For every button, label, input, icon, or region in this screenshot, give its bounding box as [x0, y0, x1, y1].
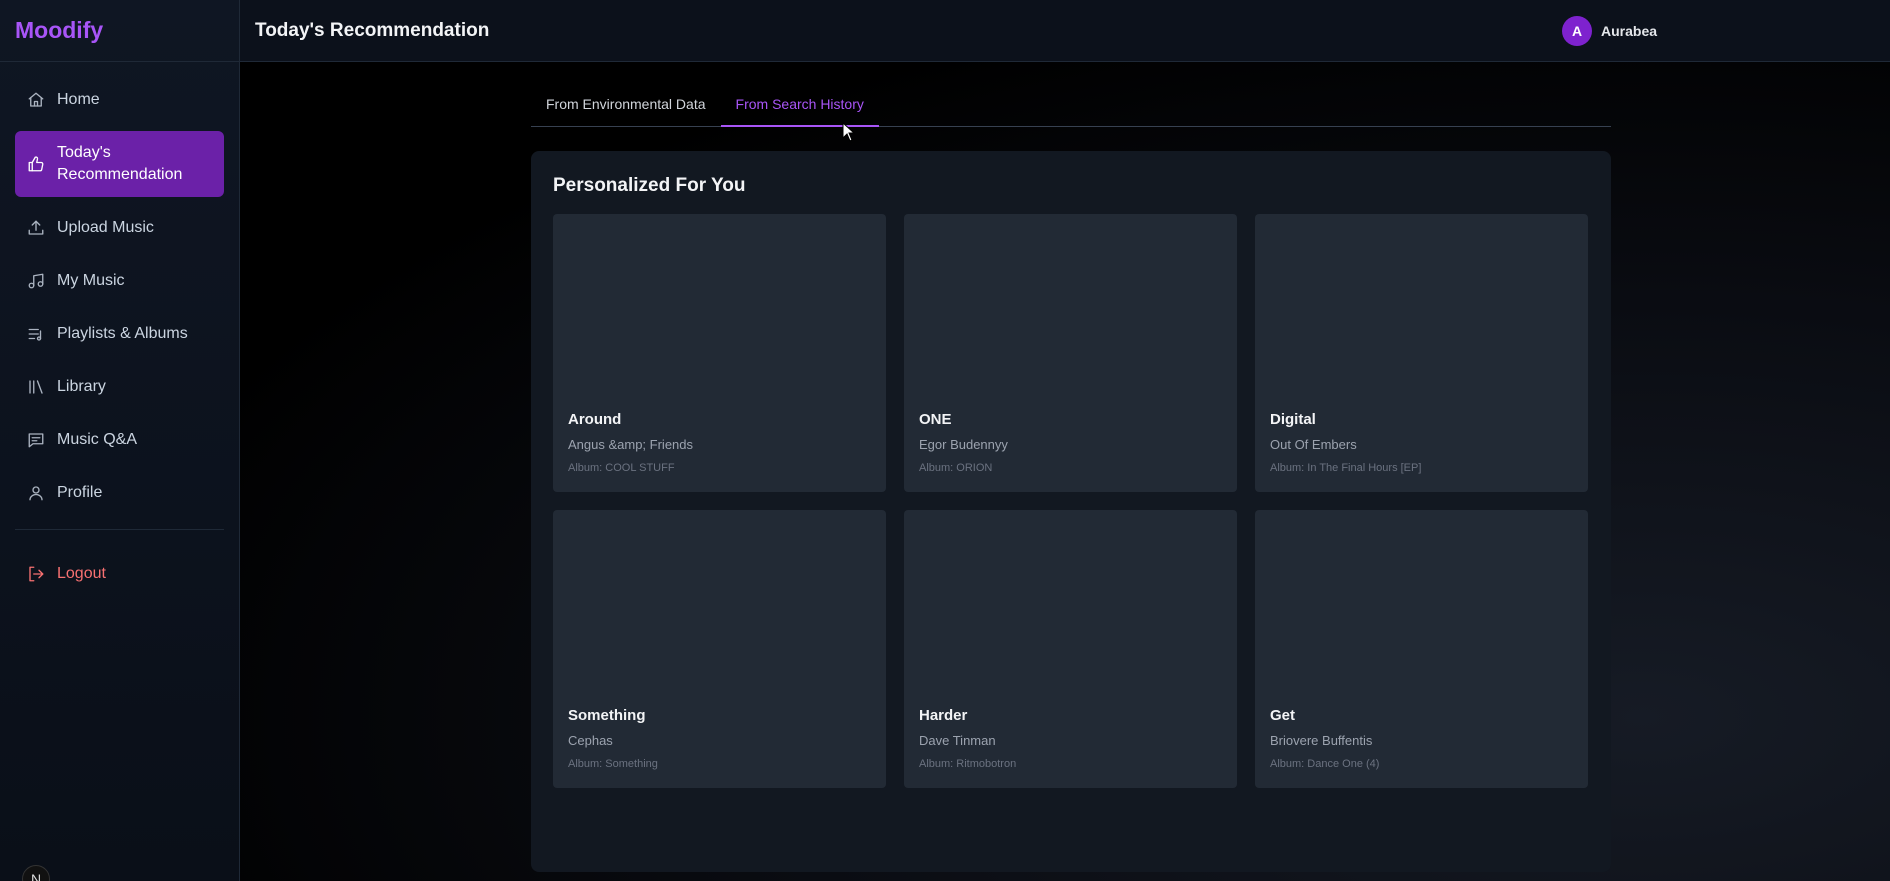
playlist-icon [27, 325, 45, 343]
song-title: Harder [919, 707, 968, 724]
tab-environmental-data[interactable]: From Environmental Data [531, 90, 721, 127]
song-card[interactable]: Digital Out Of Embers Album: In The Fina… [1255, 214, 1588, 492]
sidebar-item-label: Today's Recommendation [57, 144, 183, 183]
sidebar-item-upload-music[interactable]: Upload Music [15, 206, 224, 250]
song-title: Around [568, 411, 622, 428]
song-title: Digital [1270, 411, 1316, 428]
song-artist: Dave Tinman [919, 733, 996, 748]
chat-icon [27, 431, 45, 449]
song-artist: Briovere Buffentis [1270, 733, 1373, 748]
sidebar-item-todays-recommendation[interactable]: Today's Recommendation [15, 131, 224, 197]
sidebar-item-label: My Music [57, 272, 125, 289]
song-card[interactable]: Around Angus &amp; Friends Album: COOL S… [553, 214, 886, 492]
sidebar-item-label: Music Q&A [57, 431, 138, 448]
sidebar-item-profile[interactable]: Profile [15, 471, 224, 515]
song-artist: Egor Budennyy [919, 437, 1008, 452]
song-artist: Out Of Embers [1270, 437, 1357, 452]
recommendations-panel: Personalized For You Around Angus &amp; … [531, 151, 1611, 872]
sidebar-item-library[interactable]: Library [15, 365, 224, 409]
song-title: Get [1270, 707, 1296, 724]
sidebar-footer: Logout [0, 552, 239, 596]
library-icon [27, 378, 45, 396]
dev-badge[interactable]: N [22, 865, 50, 881]
sidebar: Moodify Home Today's Recommendation Uplo… [0, 0, 240, 881]
sidebar-item-music-qa[interactable]: Music Q&A [15, 418, 224, 462]
sidebar-item-label: Upload Music [57, 219, 154, 236]
sidebar-item-label: Profile [57, 484, 103, 501]
song-card[interactable]: Something Cephas Album: Something [553, 510, 886, 788]
brand-logo[interactable]: Moodify [0, 0, 239, 62]
song-artist: Angus &amp; Friends [568, 437, 694, 452]
song-grid: Around Angus &amp; Friends Album: COOL S… [553, 214, 1588, 788]
logout-button[interactable]: Logout [15, 552, 224, 596]
song-card[interactable]: Harder Dave Tinman Album: Ritmobotron [904, 510, 1237, 788]
sidebar-nav: Home Today's Recommendation Upload Music… [0, 62, 239, 515]
page-title: Today's Recommendation [255, 19, 490, 41]
avatar: A [1562, 16, 1592, 46]
sidebar-item-label: Playlists & Albums [57, 325, 188, 342]
song-album: Album: ORION [919, 462, 993, 474]
tab-bar: From Environmental Data From Search Hist… [531, 90, 1611, 127]
sidebar-item-playlists-albums[interactable]: Playlists & Albums [15, 312, 224, 356]
song-card[interactable]: ONE Egor Budennyy Album: ORION [904, 214, 1237, 492]
song-album: Album: Dance One (4) [1270, 758, 1380, 770]
song-title: ONE [919, 411, 952, 428]
music-note-icon [27, 272, 45, 290]
user-menu[interactable]: A Aurabea [1562, 16, 1657, 46]
home-icon [27, 91, 45, 109]
song-album: Album: COOL STUFF [568, 462, 675, 474]
sidebar-divider [15, 529, 224, 530]
logout-icon [27, 565, 45, 583]
mouse-cursor-icon [842, 122, 856, 142]
song-card[interactable]: Get Briovere Buffentis Album: Dance One … [1255, 510, 1588, 788]
song-title: Something [568, 707, 646, 724]
song-album: Album: In The Final Hours [EP] [1270, 462, 1422, 474]
thumbs-up-icon [27, 155, 45, 173]
song-album: Album: Something [568, 758, 658, 770]
main-content: From Environmental Data From Search Hist… [240, 62, 1890, 881]
song-album: Album: Ritmobotron [919, 758, 1017, 770]
sidebar-item-label: Home [57, 91, 100, 108]
sidebar-item-label: Library [57, 378, 106, 395]
sidebar-item-home[interactable]: Home [15, 78, 224, 122]
song-artist: Cephas [568, 733, 613, 748]
logout-label: Logout [57, 565, 106, 582]
user-name: Aurabea [1601, 23, 1658, 39]
user-icon [27, 484, 45, 502]
section-title: Personalized For You [553, 175, 746, 196]
upload-icon [27, 219, 45, 237]
sidebar-item-my-music[interactable]: My Music [15, 259, 224, 303]
